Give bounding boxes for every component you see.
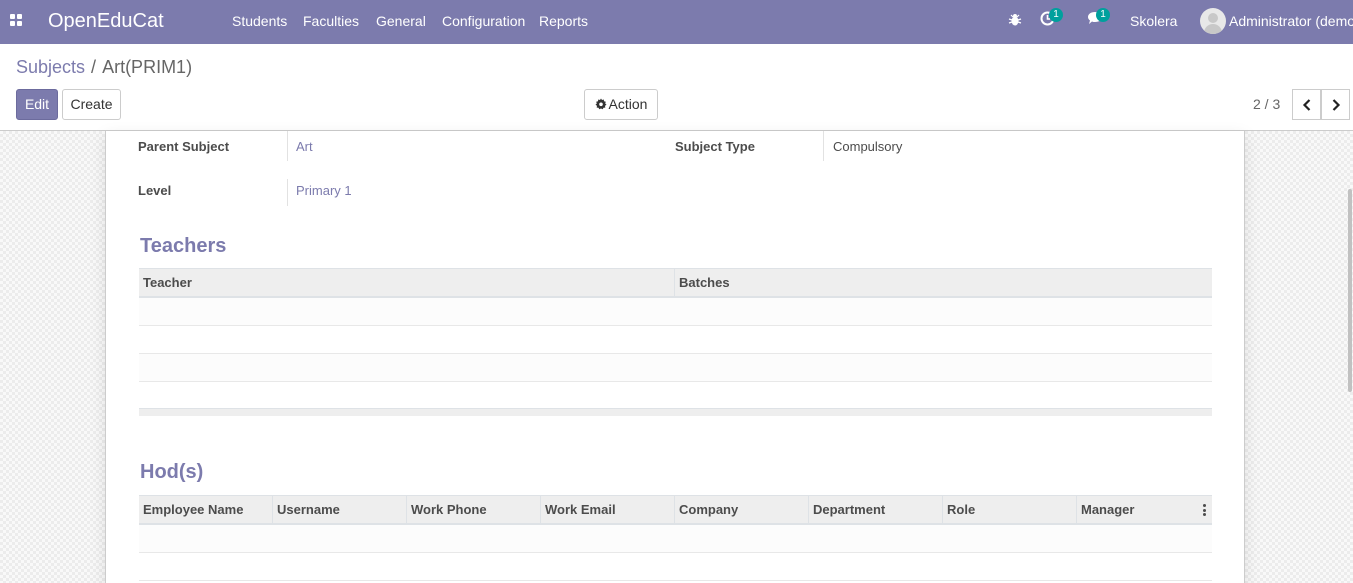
column-header-role[interactable]: Role <box>943 496 1077 524</box>
menu-faculties[interactable]: Faculties <box>303 13 359 29</box>
parent-subject-value[interactable]: Art <box>296 139 313 154</box>
breadcrumb-subjects-link[interactable]: Subjects <box>16 57 85 77</box>
column-header-teacher[interactable]: Teacher <box>139 269 675 297</box>
hods-section-title: Hod(s) <box>140 461 204 483</box>
pager-previous-button[interactable] <box>1292 89 1321 120</box>
column-header-username[interactable]: Username <box>273 496 407 524</box>
user-menu[interactable]: Administrator (demo) <box>1229 13 1353 29</box>
top-navbar: OpenEduCat Students Faculties General Co… <box>0 0 1353 44</box>
create-button[interactable]: Create <box>62 89 121 120</box>
parent-subject-label: Parent Subject <box>138 139 230 154</box>
table-row <box>139 553 1212 581</box>
chat-icon[interactable]: 1 <box>1087 8 1110 29</box>
pager-value[interactable]: 2 / 3 <box>1253 96 1280 112</box>
column-header-company[interactable]: Company <box>675 496 809 524</box>
menu-general[interactable]: General <box>376 13 426 29</box>
column-header-manager[interactable]: Manager <box>1077 496 1212 524</box>
table-row <box>139 525 1212 553</box>
teachers-section-title: Teachers <box>140 235 227 257</box>
edit-button[interactable]: Edit <box>16 89 58 120</box>
control-panel: Subjects / Art(PRIM1) Edit Create Action 2… <box>0 44 1353 131</box>
form-sheet: Parent Subject Art Subject Type Compulso… <box>105 131 1245 583</box>
vertical-scrollbar[interactable] <box>1348 189 1352 392</box>
table-row <box>139 298 1212 326</box>
chevron-left-icon <box>1302 99 1311 111</box>
message-badge: 1 <box>1096 8 1110 22</box>
activity-badge: 1 <box>1049 8 1063 22</box>
breadcrumb-separator: / <box>91 57 97 77</box>
level-label: Level <box>138 183 172 198</box>
table-row <box>139 354 1212 382</box>
company-switcher[interactable]: Skolera <box>1130 13 1177 29</box>
hods-table-header: Employee Name Username Work Phone Work E… <box>139 495 1212 525</box>
chevron-right-icon <box>1332 99 1341 111</box>
menu-students[interactable]: Students <box>232 13 287 29</box>
subject-type-label: Subject Type <box>675 139 755 154</box>
field-divider <box>287 179 288 206</box>
column-header-work-phone[interactable]: Work Phone <box>407 496 541 524</box>
clock-icon[interactable]: 1 <box>1040 8 1063 29</box>
column-header-work-email[interactable]: Work Email <box>541 496 675 524</box>
action-button[interactable]: Action <box>584 89 658 120</box>
gear-icon <box>595 98 607 110</box>
pager-next-button[interactable] <box>1321 89 1350 120</box>
apps-icon[interactable] <box>10 14 22 26</box>
level-value[interactable]: Primary 1 <box>296 183 352 198</box>
column-header-employee-name[interactable]: Employee Name <box>139 496 273 524</box>
table-row <box>139 382 1212 410</box>
teachers-table-footer <box>139 408 1212 416</box>
breadcrumb: Subjects / Art(PRIM1) <box>16 57 192 77</box>
column-header-department[interactable]: Department <box>809 496 943 524</box>
brand-name[interactable]: OpenEduCat <box>48 9 164 33</box>
column-header-batches[interactable]: Batches <box>675 269 1212 297</box>
subject-type-value: Compulsory <box>833 139 903 154</box>
form-view-background: Parent Subject Art Subject Type Compulso… <box>0 131 1353 583</box>
action-label: Action <box>608 96 648 112</box>
field-divider <box>287 131 288 161</box>
menu-reports[interactable]: Reports <box>539 13 588 29</box>
optional-columns-icon[interactable] <box>1202 504 1206 516</box>
bug-icon[interactable] <box>1008 13 1022 30</box>
menu-configuration[interactable]: Configuration <box>442 13 525 29</box>
table-row <box>139 326 1212 354</box>
breadcrumb-current: Art(PRIM1) <box>102 57 193 77</box>
field-divider <box>823 131 824 161</box>
avatar[interactable] <box>1200 8 1226 34</box>
teachers-table-header: Teacher Batches <box>139 268 1212 298</box>
